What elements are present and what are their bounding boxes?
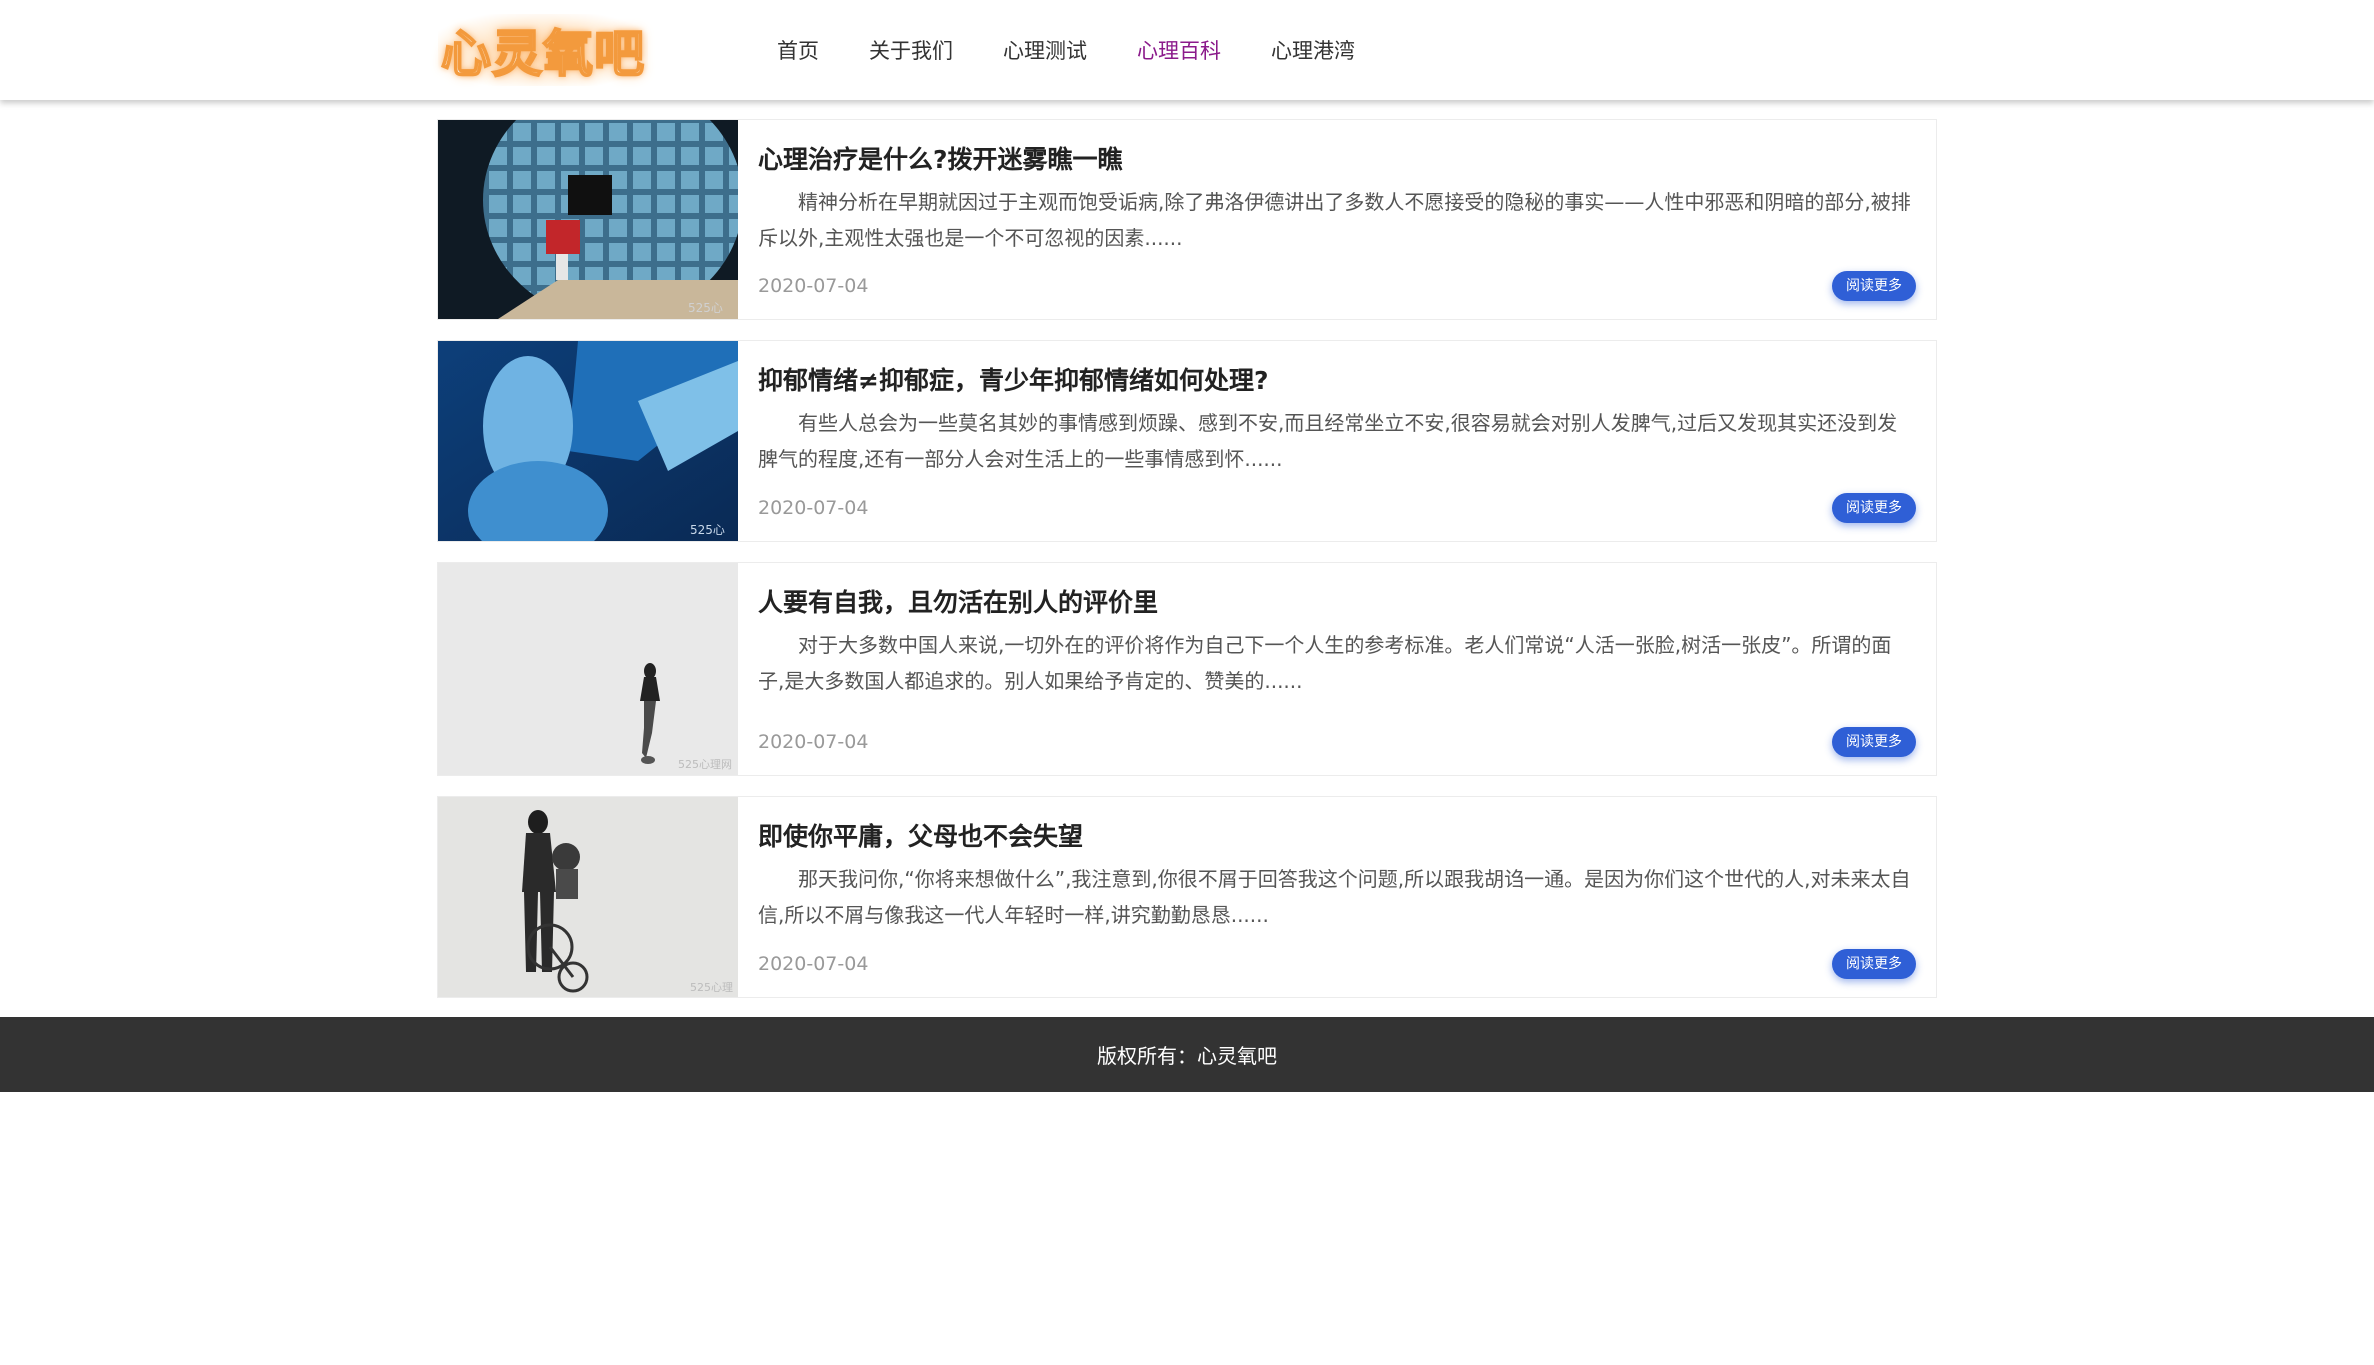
nav-item-home[interactable]: 首页 [777, 35, 819, 65]
copyright-text: 版权所有：心灵氧吧 [1097, 1044, 1277, 1068]
article-body: 人要有自我，且勿活在别人的评价里 对于大多数中国人来说,一切外在的评价将作为自己… [758, 563, 1916, 775]
article-thumbnail[interactable]: 525心理网 [438, 563, 738, 775]
site-logo[interactable]: 心灵氧吧 [438, 14, 648, 86]
read-more-button[interactable]: 阅读更多 [1832, 271, 1916, 301]
article-summary: 有些人总会为一些莫名其妙的事情感到烦躁、感到不安,而且经常坐立不安,很容易就会对… [758, 411, 1898, 471]
page: 心灵氧吧 首页 关于我们 心理测试 心理百科 心理港湾 525心 心理治疗是什么… [0, 0, 2374, 1365]
site-footer: 版权所有：心灵氧吧 [0, 1017, 2374, 1092]
article-body: 即使你平庸，父母也不会失望 那天我问你,“你将来想做什么”,我注意到,你很不屑于… [758, 797, 1916, 997]
article-thumbnail-image: 525心理网 [438, 563, 738, 775]
article-thumbnail[interactable]: 525心 [438, 120, 738, 319]
article-card: 525心理网 人要有自我，且勿活在别人的评价里 对于大多数中国人来说,一切外在的… [437, 562, 1937, 776]
article-title[interactable]: 心理治疗是什么?拨开迷雾瞧一瞧 [758, 140, 1123, 176]
svg-text:525心: 525心 [688, 301, 723, 315]
nav-item-test[interactable]: 心理测试 [1003, 35, 1087, 65]
article-date: 2020-07-04 [758, 275, 869, 297]
article-thumbnail[interactable]: 525心理 [438, 797, 738, 997]
site-header: 心灵氧吧 首页 关于我们 心理测试 心理百科 心理港湾 [0, 0, 2374, 100]
logo-text: 心灵氧吧 [440, 24, 645, 84]
article-card: 525心 心理治疗是什么?拨开迷雾瞧一瞧 精神分析在早期就因过于主观而饱受诟病,… [437, 119, 1937, 320]
article-title[interactable]: 人要有自我，且勿活在别人的评价里 [758, 583, 1158, 619]
article-summary: 精神分析在早期就因过于主观而饱受诟病,除了弗洛伊德讲出了多数人不愿接受的隐秘的事… [758, 190, 1911, 250]
article-date: 2020-07-04 [758, 731, 869, 753]
read-more-button[interactable]: 阅读更多 [1832, 949, 1916, 979]
article-thumbnail-image: 525心理 [438, 797, 738, 997]
svg-text:525心理: 525心理 [690, 981, 733, 994]
article-thumbnail-image: 525心 [438, 341, 738, 541]
read-more-button[interactable]: 阅读更多 [1832, 493, 1916, 523]
svg-text:525心理网: 525心理网 [678, 758, 732, 771]
article-card: 525心 抑郁情绪≠抑郁症，青少年抑郁情绪如何处理? 有些人总会为一些莫名其妙的… [437, 340, 1937, 542]
nav-item-about[interactable]: 关于我们 [869, 35, 953, 65]
article-date: 2020-07-04 [758, 953, 869, 975]
article-title[interactable]: 即使你平庸，父母也不会失望 [758, 817, 1083, 853]
article-date: 2020-07-04 [758, 497, 869, 519]
article-card: 525心理 即使你平庸，父母也不会失望 那天我问你,“你将来想做什么”,我注意到… [437, 796, 1937, 998]
article-thumbnail[interactable]: 525心 [438, 341, 738, 541]
svg-text:525心: 525心 [690, 523, 725, 537]
read-more-button[interactable]: 阅读更多 [1832, 727, 1916, 757]
article-body: 心理治疗是什么?拨开迷雾瞧一瞧 精神分析在早期就因过于主观而饱受诟病,除了弗洛伊… [758, 120, 1916, 319]
article-title[interactable]: 抑郁情绪≠抑郁症，青少年抑郁情绪如何处理? [758, 361, 1268, 397]
nav-item-harbor[interactable]: 心理港湾 [1271, 35, 1355, 65]
nav-item-encyclopedia[interactable]: 心理百科 [1137, 35, 1221, 65]
article-body: 抑郁情绪≠抑郁症，青少年抑郁情绪如何处理? 有些人总会为一些莫名其妙的事情感到烦… [758, 341, 1916, 541]
article-summary: 对于大多数中国人来说,一切外在的评价将作为自己下一个人生的参考标准。老人们常说“… [758, 633, 1892, 693]
article-thumbnail-image: 525心 [438, 120, 738, 319]
main-nav: 首页 关于我们 心理测试 心理百科 心理港湾 [752, 0, 1380, 100]
article-summary: 那天我问你,“你将来想做什么”,我注意到,你很不屑于回答我这个问题,所以跟我胡诌… [758, 867, 1911, 927]
